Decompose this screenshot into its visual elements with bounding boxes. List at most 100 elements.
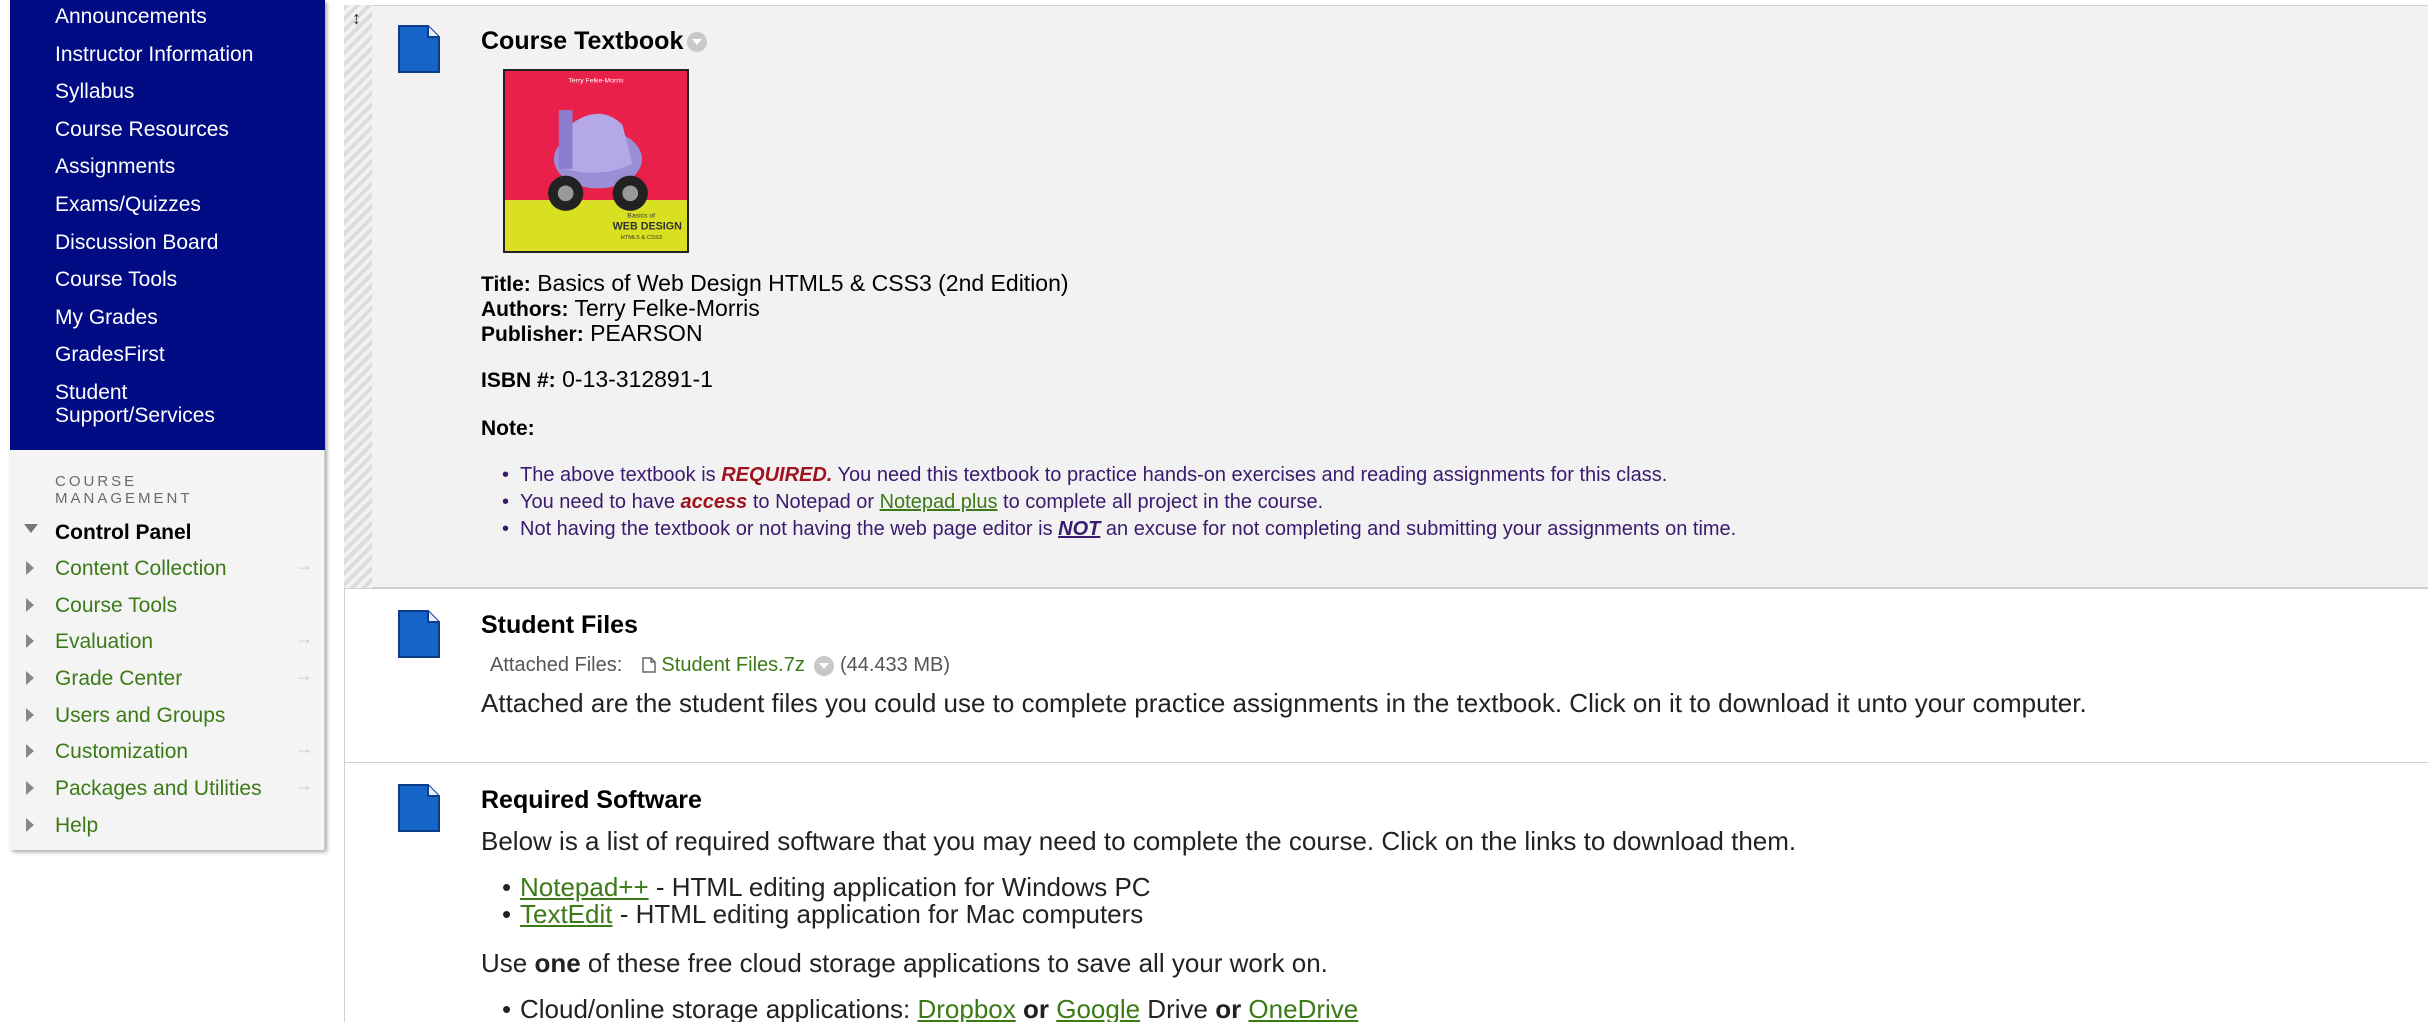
text: Use xyxy=(481,948,535,978)
cp-item-evaluation[interactable]: Evaluation → xyxy=(10,624,325,660)
menu-item-discussion-board[interactable]: Discussion Board xyxy=(55,231,315,254)
drag-handle-icon[interactable]: ↕ xyxy=(352,8,361,29)
arrow-right-icon: → xyxy=(295,665,313,685)
textbook-publisher-line: Publisher: PEARSON xyxy=(481,320,703,347)
notepad-plus-link[interactable]: Notepad plus xyxy=(880,491,998,513)
textedit-link[interactable]: TextEdit xyxy=(520,899,613,929)
expand-triangle-icon xyxy=(26,818,34,832)
textbook-cover-image: Terry Felke-Morris Basics of WEB DESIGN … xyxy=(503,69,689,253)
isbn-value: 0-13-312891-1 xyxy=(562,366,713,392)
menu-item-course-resources[interactable]: Course Resources xyxy=(55,118,315,141)
software-list: Notepad++ - HTML editing application for… xyxy=(502,872,1151,929)
cp-item-label: Evaluation xyxy=(55,630,154,653)
expand-triangle-icon xyxy=(26,671,34,685)
menu-item-student-support-services[interactable]: Student Support/Services xyxy=(55,381,315,427)
cp-item-label: Course Tools xyxy=(55,594,178,617)
cover-author-text: Terry Felke-Morris xyxy=(568,78,624,85)
arrow-right-icon: → xyxy=(295,628,313,648)
expand-triangle-icon xyxy=(26,561,34,575)
software-desc: - HTML editing application for Mac compu… xyxy=(612,899,1144,929)
menu-item-announcements[interactable]: Announcements xyxy=(55,5,315,28)
text: Drive xyxy=(1140,994,1216,1022)
cp-item-grade-center[interactable]: Grade Center → xyxy=(10,661,325,697)
cp-item-label: Users and Groups xyxy=(55,704,226,727)
cp-item-users-and-groups[interactable]: Users and Groups xyxy=(10,698,325,734)
cover-sub-text: HTML5 & CSS3 xyxy=(620,235,662,241)
note-item-excuse: Not having the textbook or not having th… xyxy=(502,516,1737,543)
text: Cloud/online storage applications: xyxy=(520,994,918,1022)
course-management-line1: COURSE xyxy=(55,473,138,490)
access-emphasis: access xyxy=(680,491,748,513)
note-label: Note: xyxy=(481,417,535,440)
text: of these free cloud storage applications… xyxy=(580,948,1328,978)
section-divider xyxy=(344,588,2428,589)
note-text: The above textbook is xyxy=(520,464,722,486)
note-item-access: You need to have access to Notepad or No… xyxy=(502,489,1736,516)
one-emphasis: one xyxy=(534,948,581,978)
required-software-intro: Below is a list of required software tha… xyxy=(481,826,1797,856)
required-emphasis: REQUIRED. xyxy=(721,464,833,486)
attached-files-row: Attached Files: Student Files.7z (44.433… xyxy=(490,654,950,677)
dropbox-link[interactable]: Dropbox xyxy=(917,994,1015,1022)
cp-item-customization[interactable]: Customization → xyxy=(10,734,325,770)
note-heading: Note: xyxy=(481,414,535,441)
control-panel-heading[interactable]: Control Panel xyxy=(55,521,192,545)
note-text: You need to have xyxy=(520,491,681,513)
arrow-right-icon: → xyxy=(295,738,313,758)
menu-item-label-line1: Student xyxy=(55,381,128,404)
menu-item-exams-quizzes[interactable]: Exams/Quizzes xyxy=(55,193,315,216)
arrow-right-icon: → xyxy=(295,555,313,575)
cloud-list: Cloud/online storage applications: Dropb… xyxy=(502,994,1358,1022)
section-divider xyxy=(344,762,2428,763)
textbook-title-text: Course Textbook xyxy=(481,27,684,55)
note-text: an excuse for not completing and submitt… xyxy=(1100,518,1737,540)
content-item-icon xyxy=(398,784,440,832)
arrow-right-icon: → xyxy=(295,775,313,795)
textbook-item-title[interactable]: Course Textbook xyxy=(481,27,708,56)
menu-item-instructor-information[interactable]: Instructor Information xyxy=(55,43,315,66)
expand-triangle-icon xyxy=(26,634,34,648)
publisher-label: Publisher: xyxy=(481,323,584,346)
textbook-isbn-line: ISBN #: 0-13-312891-1 xyxy=(481,366,713,393)
cp-item-label: Packages and Utilities xyxy=(55,777,262,800)
cp-item-content-collection[interactable]: Content Collection → xyxy=(10,551,325,587)
menu-item-my-grades[interactable]: My Grades xyxy=(55,306,315,329)
title-label: Title: xyxy=(481,273,531,296)
isbn-label: ISBN #: xyxy=(481,369,556,392)
cp-item-help[interactable]: Help xyxy=(10,808,325,844)
title-value: Basics of Web Design HTML5 & CSS3 (2nd E… xyxy=(537,270,1069,296)
options-menu-icon[interactable] xyxy=(687,32,708,53)
cp-item-course-tools[interactable]: Course Tools xyxy=(10,588,325,624)
file-size: (44.433 MB) xyxy=(839,654,951,676)
content-item-icon xyxy=(398,25,440,73)
menu-item-gradesfirst[interactable]: GradesFirst xyxy=(55,343,315,366)
content-left-border xyxy=(344,588,345,1022)
textbook-authors-line: Authors: Terry Felke-Morris xyxy=(481,295,760,322)
menu-item-course-tools[interactable]: Course Tools xyxy=(55,268,315,291)
or-text: or xyxy=(1215,994,1249,1022)
course-menu: Announcements Instructor Information Syl… xyxy=(10,0,325,450)
student-files-link[interactable]: Student Files.7z xyxy=(661,654,804,676)
note-text: You need this textbook to practice hands… xyxy=(832,464,1668,486)
student-files-title[interactable]: Student Files xyxy=(481,611,638,640)
file-icon xyxy=(642,657,656,673)
onedrive-link[interactable]: OneDrive xyxy=(1248,994,1358,1022)
authors-value: Terry Felke-Morris xyxy=(574,295,760,321)
collapse-caret-icon[interactable] xyxy=(24,524,38,533)
menu-item-assignments[interactable]: Assignments xyxy=(55,155,315,178)
cp-item-label: Content Collection xyxy=(55,557,227,580)
required-software-title[interactable]: Required Software xyxy=(481,786,702,815)
menu-item-syllabus[interactable]: Syllabus xyxy=(55,80,315,103)
cp-item-label: Grade Center xyxy=(55,667,183,690)
or-text: or xyxy=(1015,994,1057,1022)
google-drive-link[interactable]: Google xyxy=(1056,994,1140,1022)
file-options-icon[interactable] xyxy=(814,655,835,676)
drag-stripe-bar[interactable] xyxy=(344,5,372,588)
notepadpp-link[interactable]: Notepad++ xyxy=(520,872,649,902)
cp-item-packages-and-utilities[interactable]: Packages and Utilities → xyxy=(10,771,325,807)
cover-small-text: Basics of xyxy=(627,213,655,220)
cp-item-label: Help xyxy=(55,814,99,837)
cloud-storage-instruction: Use one of these free cloud storage appl… xyxy=(481,948,1328,979)
note-text: to Notepad or xyxy=(747,491,880,513)
note-text: to complete all project in the course. xyxy=(997,491,1324,513)
